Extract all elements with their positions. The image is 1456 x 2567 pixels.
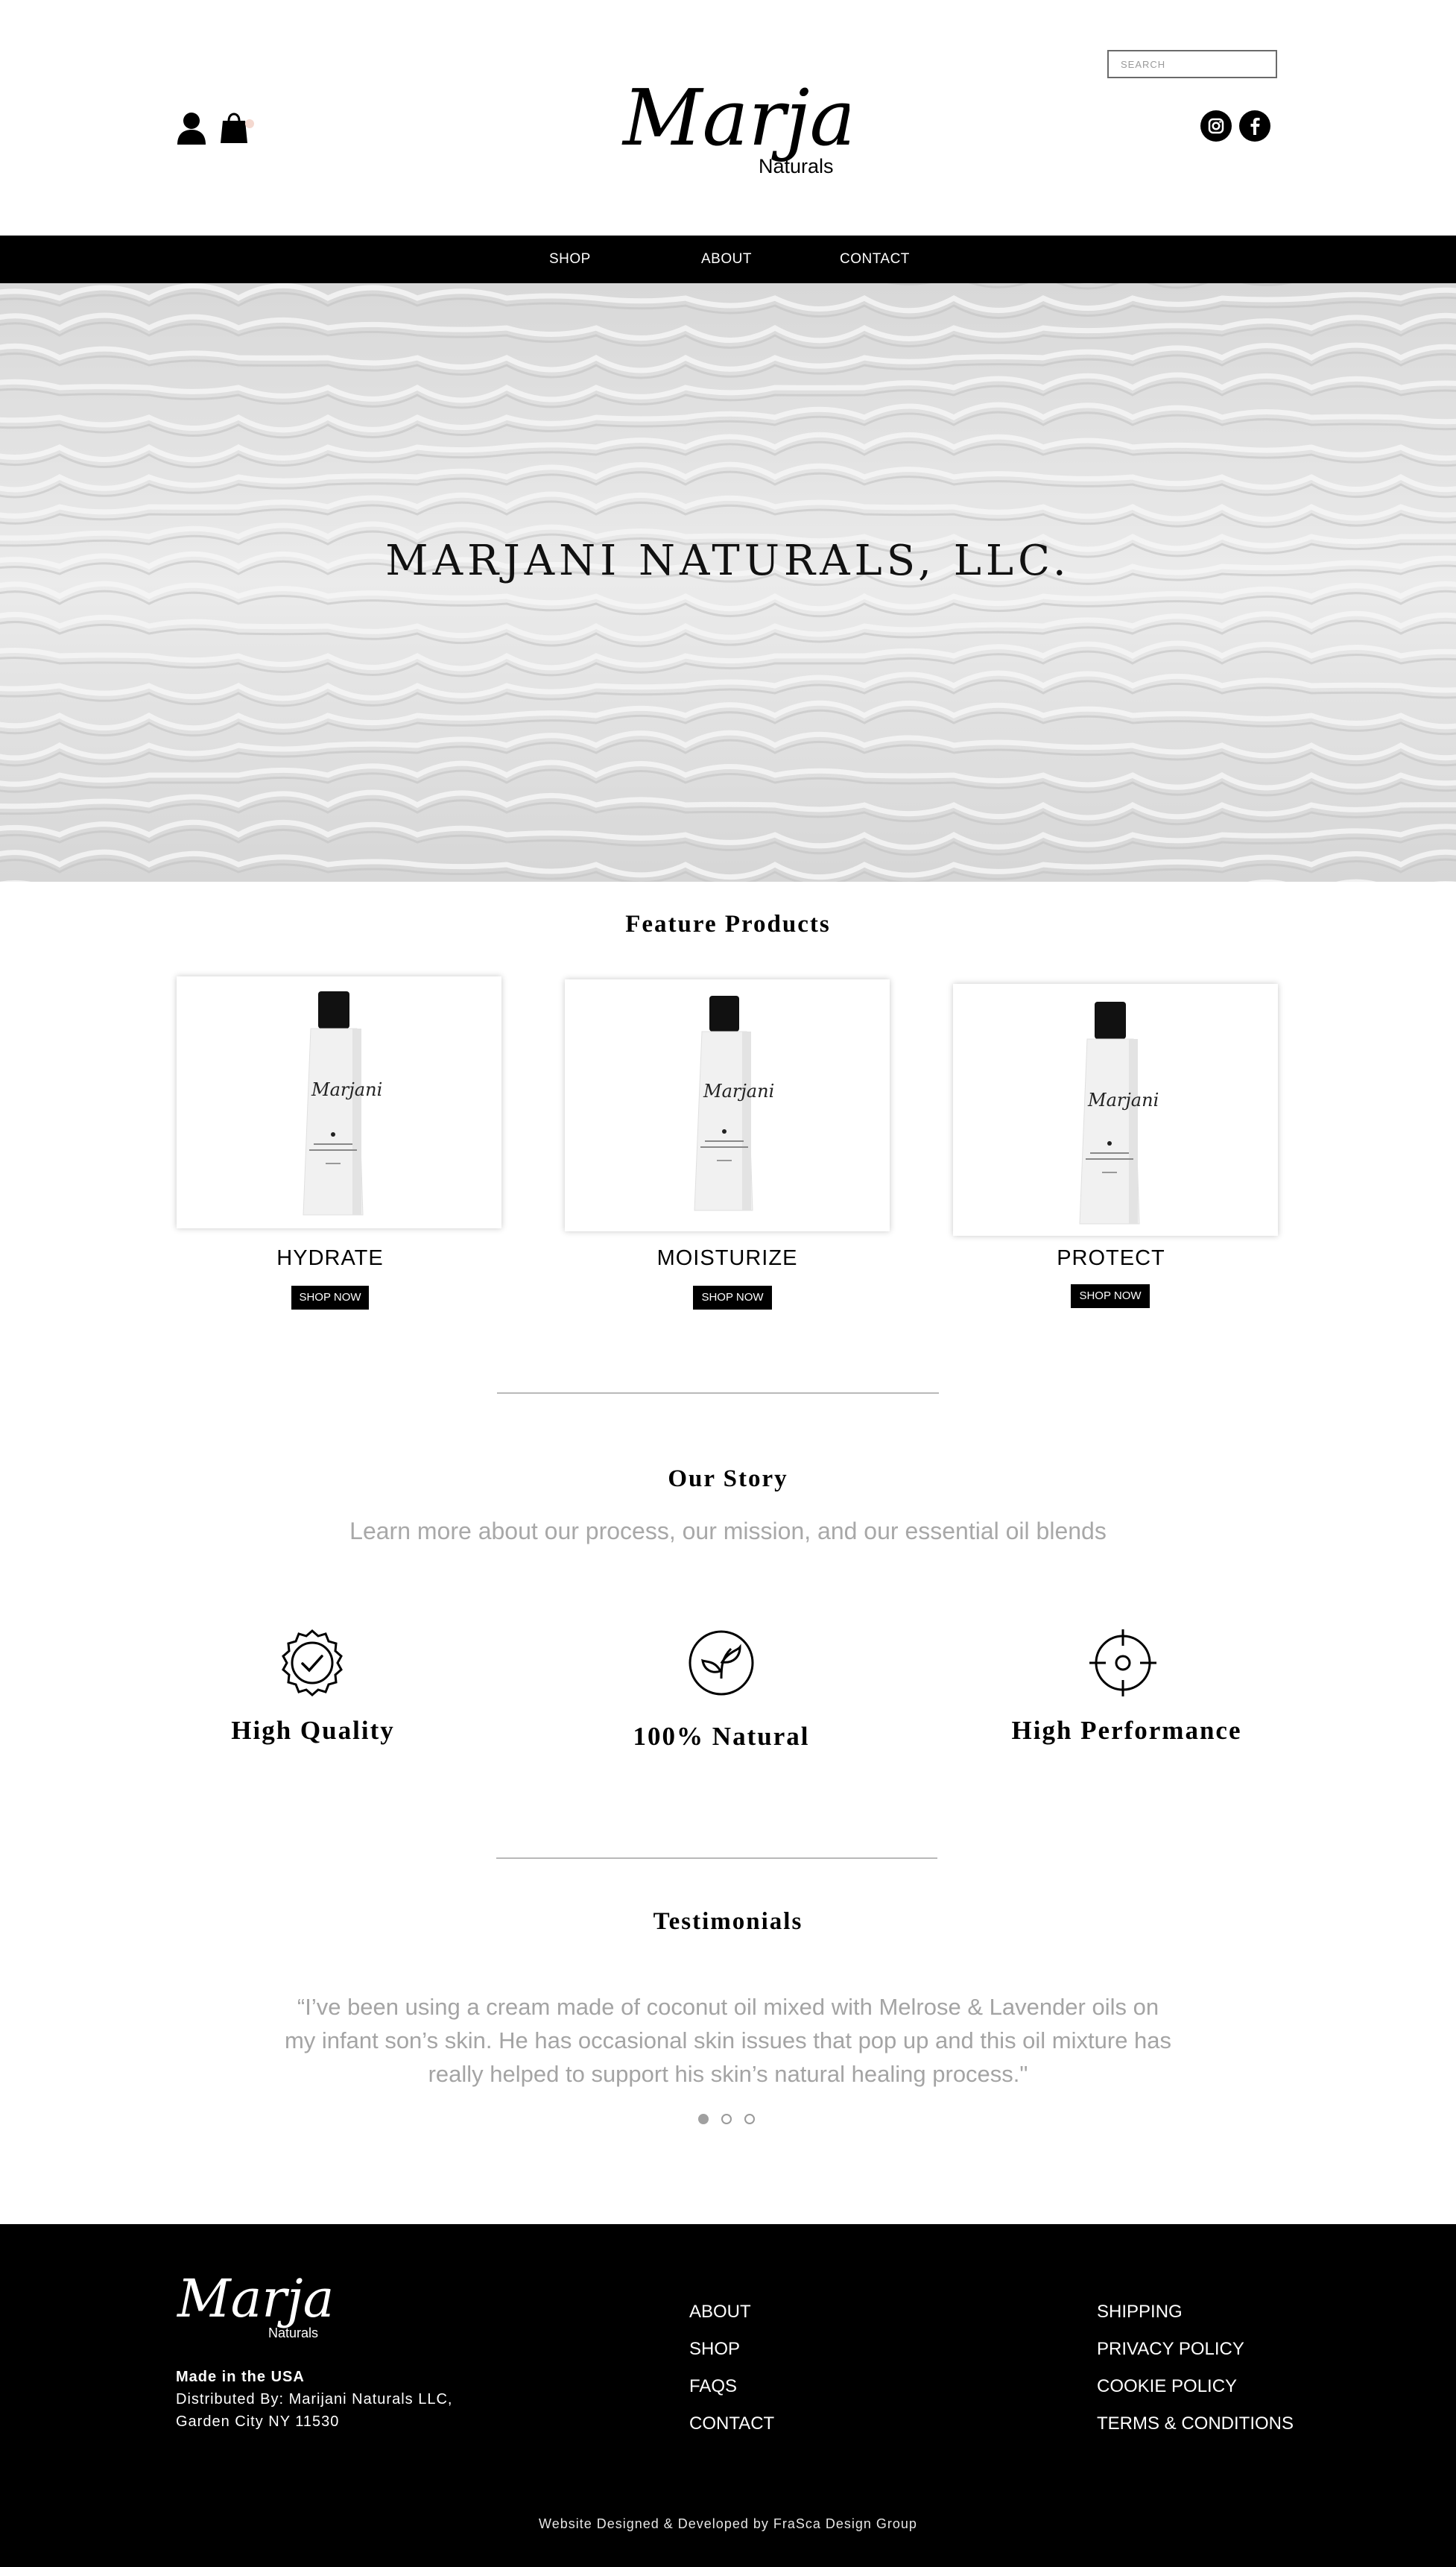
testimonial-dot-3[interactable]: [744, 2114, 755, 2124]
hero-banner: MARJANI NATURALS, LLC.: [0, 283, 1456, 882]
product-name-hydrate[interactable]: HYDRATE: [168, 1246, 493, 1271]
section-divider: [496, 1857, 937, 1859]
svg-text:Marjani: Marjani: [1087, 1090, 1159, 1111]
testimonial-line: “I’ve been using a cream made of coconut…: [297, 1994, 1159, 2020]
cart-button[interactable]: [221, 109, 255, 145]
leaf-icon: [688, 1629, 755, 1696]
hero-title: MARJANI NATURALS, LLC.: [385, 537, 1071, 585]
footer-logo[interactable]: Marjani Naturals: [176, 2263, 384, 2351]
shop-now-button-moisturize[interactable]: SHOP NOW: [693, 1286, 772, 1310]
footer-link-cookie[interactable]: COOKIE POLICY: [1097, 2376, 1237, 2397]
feature-products-title: Feature Products: [625, 911, 831, 938]
search-box[interactable]: [1107, 50, 1277, 78]
badge-check-icon: [279, 1629, 346, 1696]
footer-link-about[interactable]: ABOUT: [689, 2302, 751, 2323]
logo-sub-text: Naturals: [759, 155, 834, 177]
svg-text:Marjani: Marjani: [703, 1081, 774, 1102]
footer-logo-script: Marjani: [176, 2268, 332, 2329]
feature-label-performance: High Performance: [1011, 1716, 1242, 1745]
testimonials-title: Testimonials: [653, 1908, 803, 1935]
footer-address: Garden City NY 11530: [176, 2413, 340, 2430]
product-bottle-image: Marjani: [694, 996, 774, 1211]
footer-link-faqs[interactable]: FAQS: [689, 2376, 737, 2397]
nav-shop[interactable]: SHOP: [549, 236, 591, 283]
testimonial-quote: “I’ve been using a cream made of coconut…: [224, 1990, 1232, 2091]
footer-link-privacy[interactable]: PRIVACY POLICY: [1097, 2339, 1244, 2360]
footer-link-contact[interactable]: CONTACT: [689, 2413, 774, 2434]
account-button[interactable]: [176, 112, 207, 145]
product-card-hydrate[interactable]: Marjani: [177, 976, 501, 1228]
distributed-by: Distributed By: Marijani Naturals LLC,: [176, 2391, 453, 2407]
testimonial-dot-2[interactable]: [721, 2114, 732, 2124]
footer-link-shipping[interactable]: SHIPPING: [1097, 2302, 1183, 2323]
product-bottle-image: Marjani: [303, 991, 382, 1216]
logo-script-text: Marjani: [621, 72, 849, 163]
testimonial-line: really helped to support his skin’s natu…: [428, 2061, 1028, 2087]
facebook-icon: [1250, 118, 1260, 135]
our-story-title: Our Story: [668, 1465, 788, 1492]
product-card-protect[interactable]: Marjani: [953, 984, 1278, 1236]
testimonial-line: my infant son’s skin. He has occasional …: [284, 2027, 1172, 2053]
user-icon: [177, 113, 206, 145]
product-name-protect[interactable]: PROTECT: [949, 1246, 1273, 1271]
instagram-link[interactable]: [1200, 110, 1232, 142]
testimonial-dot-1[interactable]: [698, 2114, 709, 2124]
footer-link-terms[interactable]: TERMS & CONDITIONS: [1097, 2413, 1294, 2434]
main-nav: SHOP ABOUT CONTACT: [0, 236, 1456, 283]
footer-link-shop[interactable]: SHOP: [689, 2339, 740, 2360]
facebook-link[interactable]: [1239, 110, 1270, 142]
shop-now-button-hydrate[interactable]: SHOP NOW: [291, 1286, 369, 1310]
section-divider: [497, 1392, 939, 1394]
svg-text:Marjani: Marjani: [311, 1079, 382, 1100]
product-name-moisturize[interactable]: MOISTURIZE: [565, 1246, 890, 1271]
made-in-usa: Made in the USA: [176, 2369, 305, 2385]
site-logo[interactable]: Marjani Naturals: [618, 61, 931, 195]
site-footer: Marjani Naturals Made in the USA Distrib…: [0, 2224, 1456, 2567]
shopping-bag-icon: [221, 113, 254, 143]
footer-logo-sub: Naturals: [268, 2326, 318, 2340]
product-card-moisturize[interactable]: Marjani: [565, 979, 890, 1231]
product-bottle-image: Marjani: [1079, 1002, 1159, 1225]
target-icon: [1089, 1629, 1156, 1696]
nav-about[interactable]: ABOUT: [701, 236, 752, 283]
shop-now-button-protect[interactable]: SHOP NOW: [1071, 1284, 1150, 1308]
instagram-icon: [1208, 118, 1224, 134]
nav-contact[interactable]: CONTACT: [840, 236, 910, 283]
feature-label-natural: 100% Natural: [633, 1722, 810, 1751]
our-story-subtitle: Learn more about our process, our missio…: [349, 1518, 1107, 1544]
feature-label-quality: High Quality: [231, 1716, 395, 1745]
footer-credit[interactable]: Website Designed & Developed by FraSca D…: [0, 2516, 1456, 2532]
search-input[interactable]: [1109, 51, 1276, 77]
